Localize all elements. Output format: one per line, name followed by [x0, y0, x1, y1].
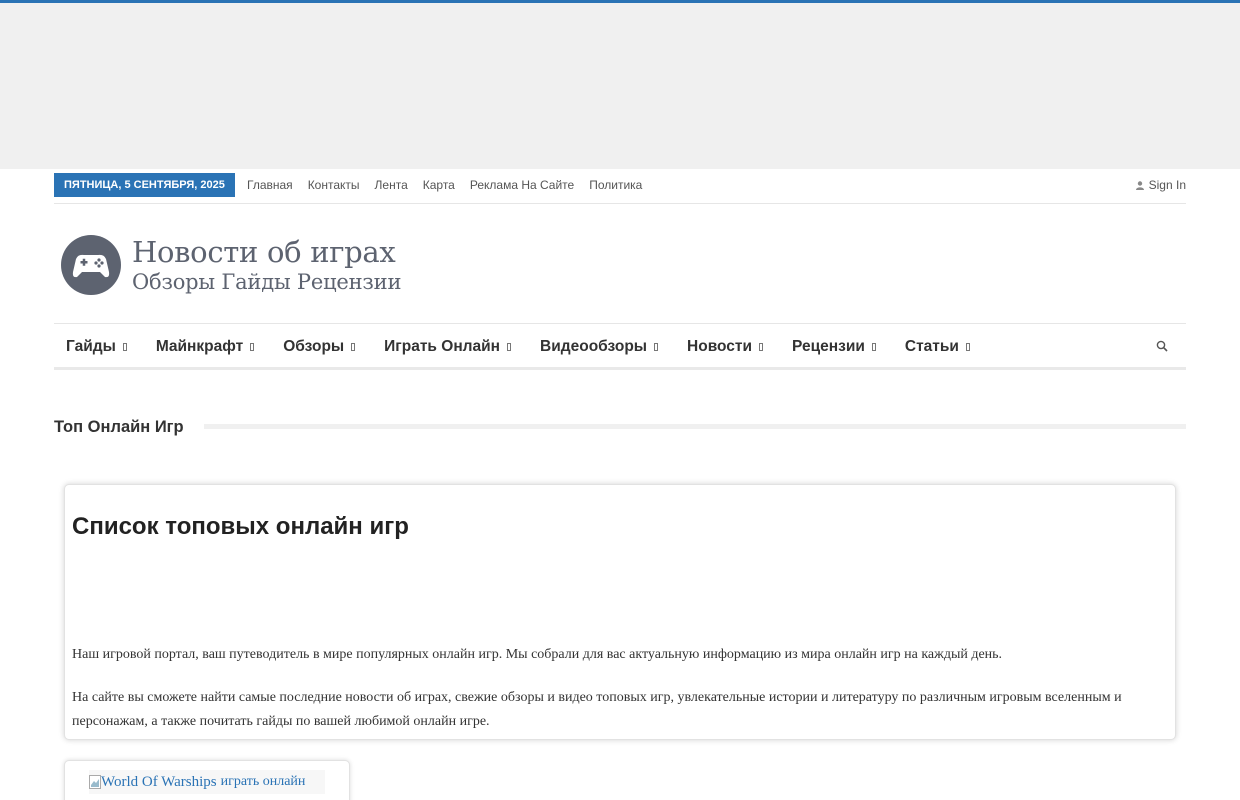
top-link-feed[interactable]: Лента — [375, 178, 408, 192]
section-title: Топ Онлайн Игр — [54, 414, 200, 440]
caret-down-icon — [250, 343, 255, 351]
caret-down-icon — [965, 343, 970, 351]
caret-down-icon — [759, 343, 764, 351]
game-image-link[interactable]: World Of Warships играть онлайн — [89, 770, 325, 794]
top-links: Главная Контакты Лента Карта Реклама На … — [247, 173, 657, 197]
nav-item-play-online[interactable]: Играть Онлайн — [384, 338, 512, 356]
game-card[interactable]: World Of Warships играть онлайн — [64, 760, 350, 800]
nav-item-minecraft[interactable]: Майнкрафт — [155, 338, 255, 356]
play-online-link[interactable]: играть онлайн — [221, 774, 306, 790]
top-link-sitemap[interactable]: Карта — [423, 178, 455, 192]
gamepad-icon — [61, 235, 121, 295]
top-link-policy[interactable]: Политика — [589, 178, 642, 192]
nav-item-label: Видеообзоры — [540, 338, 648, 355]
card-title: Список топовых онлайн игр — [72, 513, 409, 540]
game-image-alt-text: World Of Warships — [101, 773, 217, 790]
nav-item-label: Статьи — [904, 338, 959, 355]
caret-down-icon — [351, 343, 356, 351]
caret-down-icon — [654, 343, 659, 351]
nav-item-reviews[interactable]: Обзоры — [283, 338, 356, 356]
search-icon[interactable] — [1156, 340, 1168, 352]
site-header: Новости об играх Обзоры Гайды Рецензии — [54, 204, 1186, 324]
logo-title: Новости об играх — [132, 235, 396, 269]
main-nav: Гайды Майнкрафт Обзоры Играть Онлайн Вид… — [54, 324, 1186, 370]
ad-banner — [0, 3, 1240, 169]
sign-in-button[interactable]: Sign In — [1135, 173, 1186, 197]
date-badge: ПЯТНИЦА, 5 СЕНТЯБРЯ, 2025 — [54, 173, 235, 197]
nav-item-critiques[interactable]: Рецензии — [792, 338, 876, 356]
section-divider — [204, 424, 1186, 429]
intro-card: Список топовых онлайн игр Наш игровой по… — [64, 484, 1176, 740]
caret-down-icon — [871, 343, 876, 351]
top-link-contacts[interactable]: Контакты — [308, 178, 360, 192]
nav-item-guides[interactable]: Гайды — [66, 338, 127, 356]
top-link-home[interactable]: Главная — [247, 178, 293, 192]
nav-item-label: Играть Онлайн — [384, 338, 501, 355]
nav-item-label: Майнкрафт — [155, 338, 244, 355]
top-link-advertising[interactable]: Реклама На Сайте — [470, 178, 574, 192]
nav-item-video-reviews[interactable]: Видеообзоры — [540, 338, 659, 356]
top-bar: ПЯТНИЦА, 5 СЕНТЯБРЯ, 2025 Главная Контак… — [54, 169, 1186, 204]
user-icon — [1135, 181, 1144, 190]
nav-item-articles[interactable]: Статьи — [905, 338, 970, 356]
nav-item-news[interactable]: Новости — [687, 338, 764, 356]
caret-down-icon — [122, 343, 127, 351]
sign-in-label: Sign In — [1148, 178, 1186, 192]
intro-paragraph-1: Наш игровой портал, ваш путеводитель в м… — [72, 647, 1003, 662]
intro-paragraph-2: На сайте вы сможете найти самые последни… — [72, 690, 1122, 729]
nav-item-label: Обзоры — [283, 338, 345, 355]
nav-item-label: Новости — [687, 338, 753, 355]
logo-subtitle: Обзоры Гайды Рецензии — [132, 270, 402, 294]
broken-image-icon — [89, 775, 101, 789]
nav-item-label: Рецензии — [792, 338, 865, 355]
caret-down-icon — [507, 343, 512, 351]
nav-item-label: Гайды — [66, 338, 116, 355]
site-logo[interactable]: Новости об играх Обзоры Гайды Рецензии — [60, 224, 405, 306]
